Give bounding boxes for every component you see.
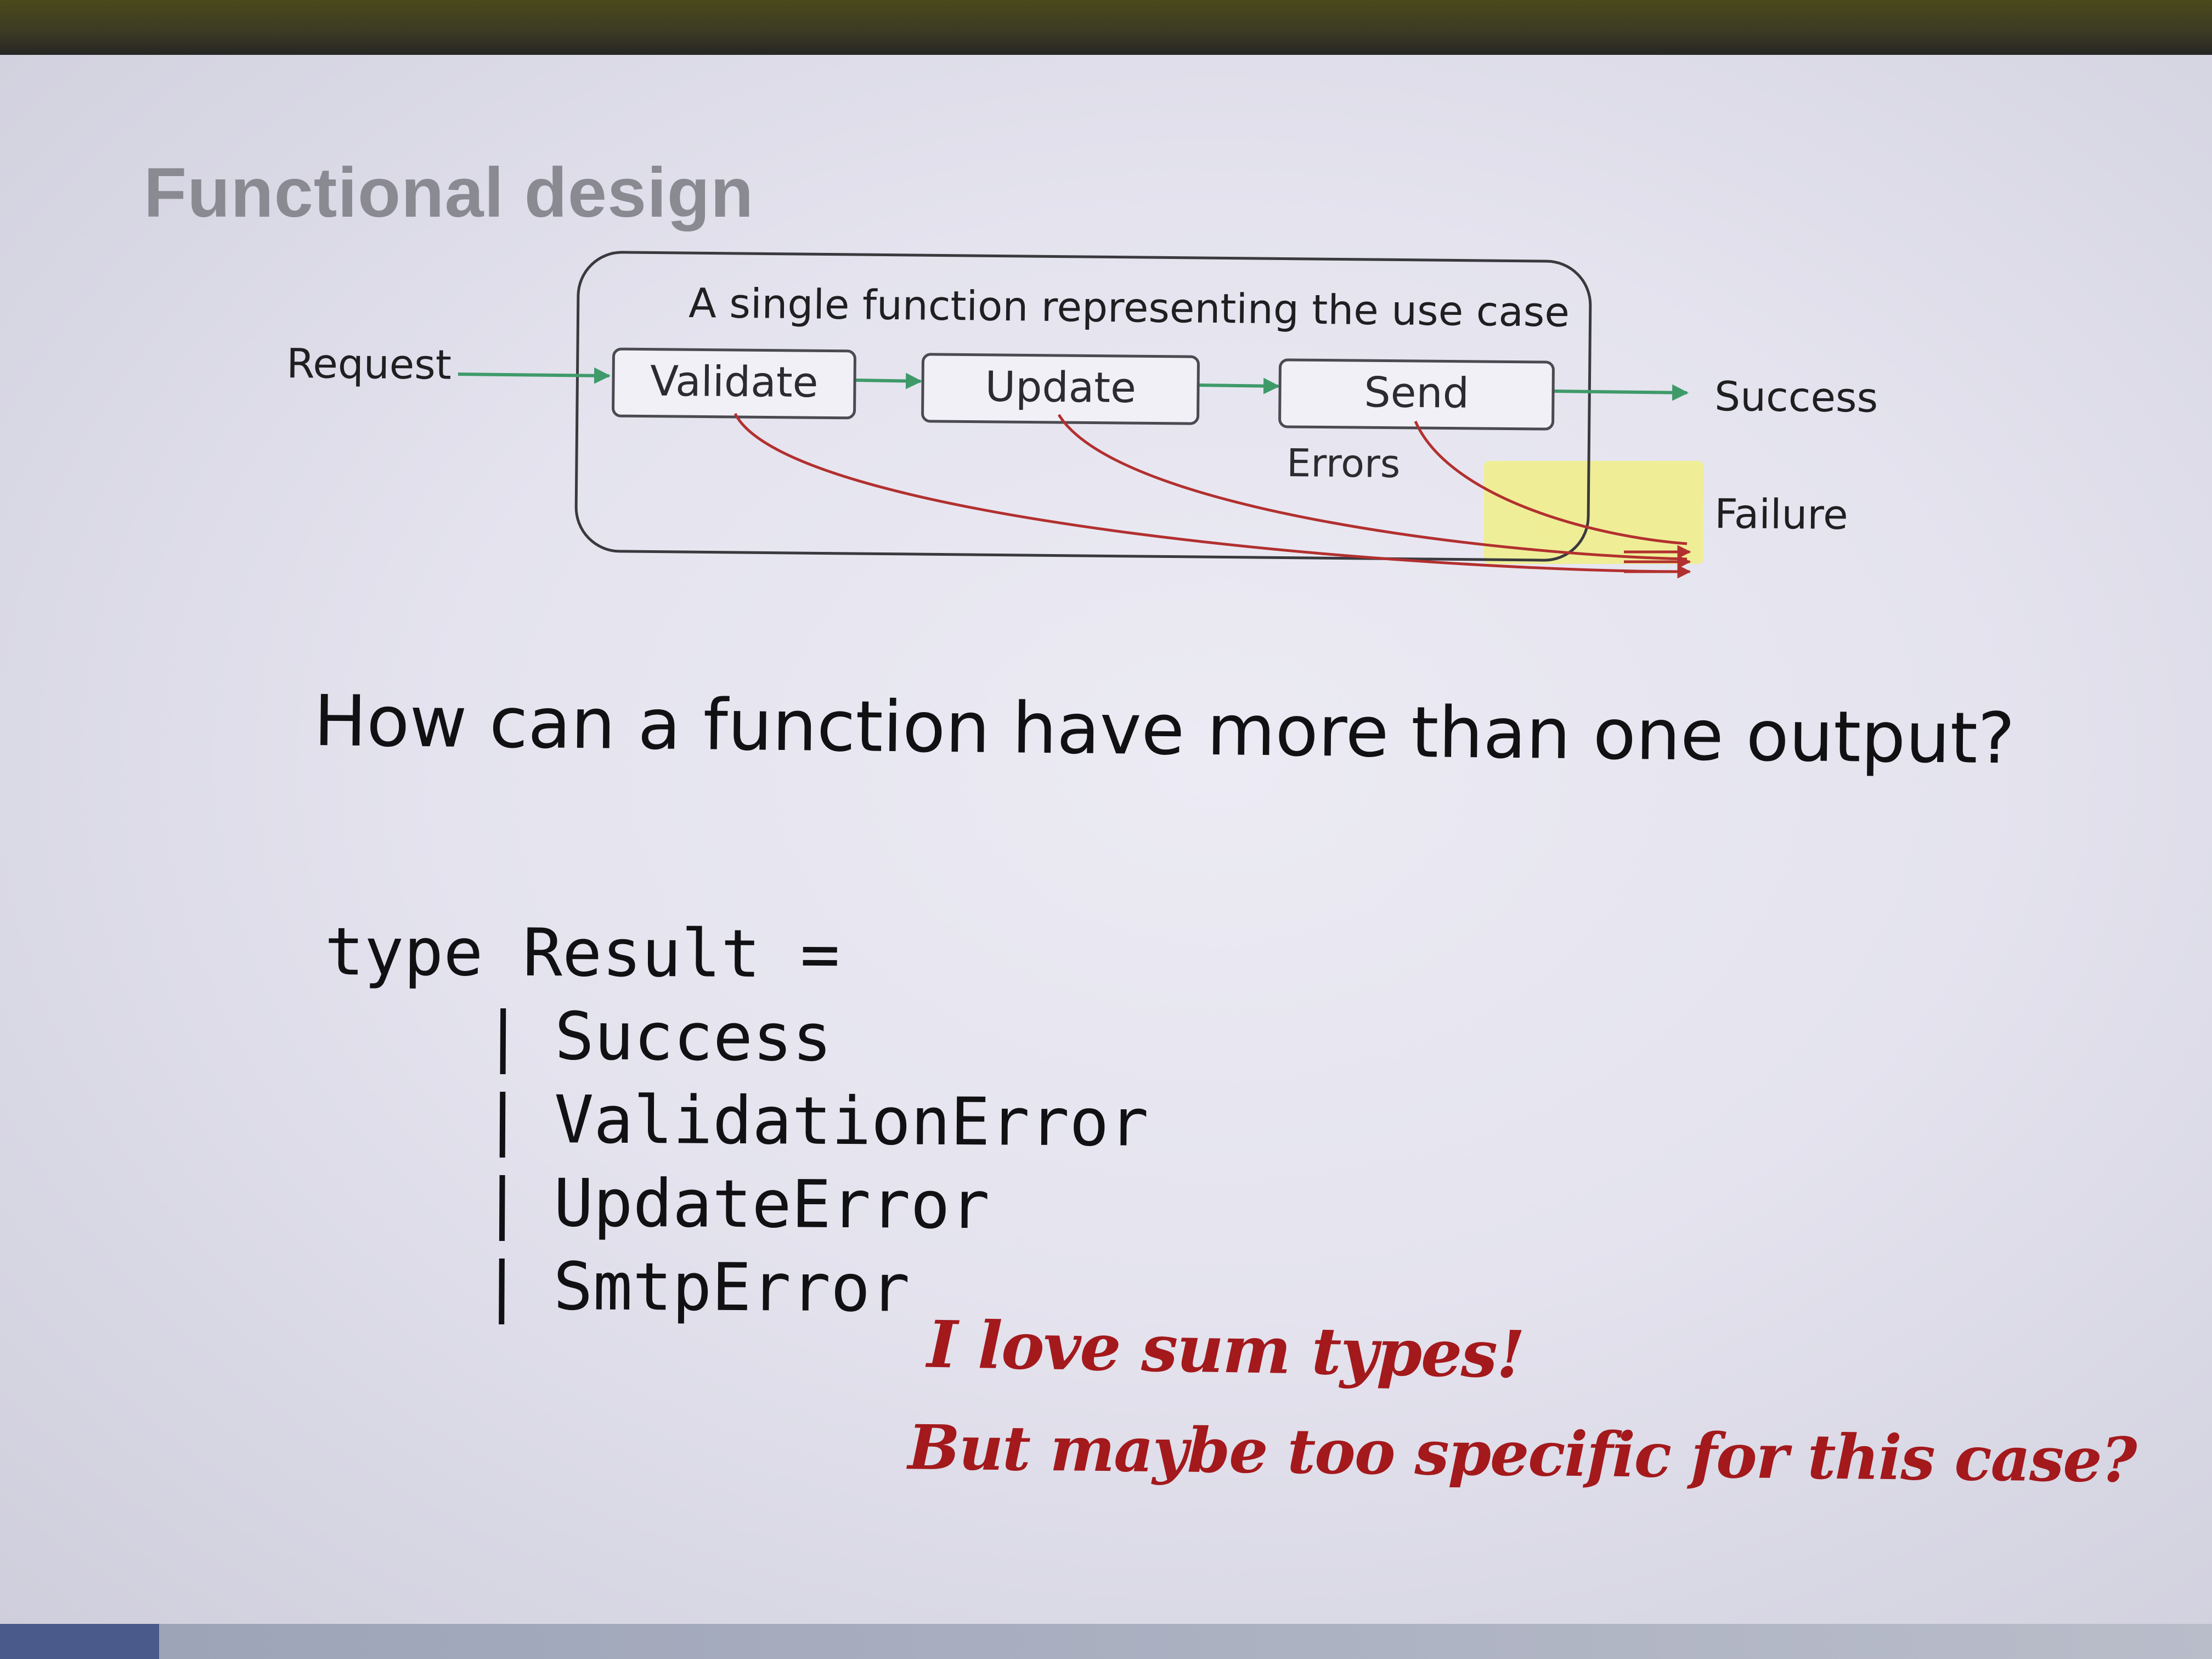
code-case-smtp-error: SmtpError: [553, 1249, 910, 1327]
handwritten-note-too-specific: But maybe too specific for this case?: [907, 1412, 2136, 1497]
code-case-success: Success: [554, 998, 832, 1076]
update-send-arrow: [1198, 377, 1280, 394]
request-arrow: [458, 367, 611, 384]
code-case-bar: |: [483, 998, 523, 1075]
success-output-label: Success: [1714, 373, 1878, 422]
failure-output-label: Failure: [1714, 490, 1848, 539]
photo-frame: Functional design A single function repr…: [0, 0, 2212, 1659]
code-case-line: | Success: [324, 994, 1149, 1082]
code-type-header: type Result =: [324, 913, 840, 993]
handwritten-note-sum-types: I love sum types!: [926, 1306, 1525, 1393]
use-case-diagram: A single function representing the use c…: [286, 251, 1878, 579]
code-case-update-error: UpdateError: [553, 1165, 990, 1244]
request-label: Request: [286, 340, 452, 389]
code-case-line: | ValidationError: [324, 1077, 1149, 1165]
success-arrow: [1553, 384, 1689, 401]
code-case-bar: |: [482, 1081, 523, 1158]
update-step-label: Update: [985, 362, 1136, 412]
errors-label: Errors: [1286, 441, 1401, 487]
code-case-bar: |: [482, 1248, 522, 1325]
screen-bottom-edge: [0, 1624, 2212, 1659]
validate-step-label: Validate: [650, 357, 819, 407]
code-case-bar: |: [482, 1165, 522, 1242]
code-case-validation-error: ValidationError: [554, 1082, 1149, 1161]
send-step-label: Send: [1364, 368, 1469, 417]
presentation-slide: Functional design A single function repr…: [0, 55, 2212, 1629]
result-type-code: type Result = | Success | ValidationError …: [323, 911, 1150, 1332]
diagram-caption: A single function representing the use c…: [689, 280, 1570, 336]
code-case-line: | UpdateError: [323, 1161, 1148, 1249]
validate-update-arrow: [855, 373, 922, 390]
